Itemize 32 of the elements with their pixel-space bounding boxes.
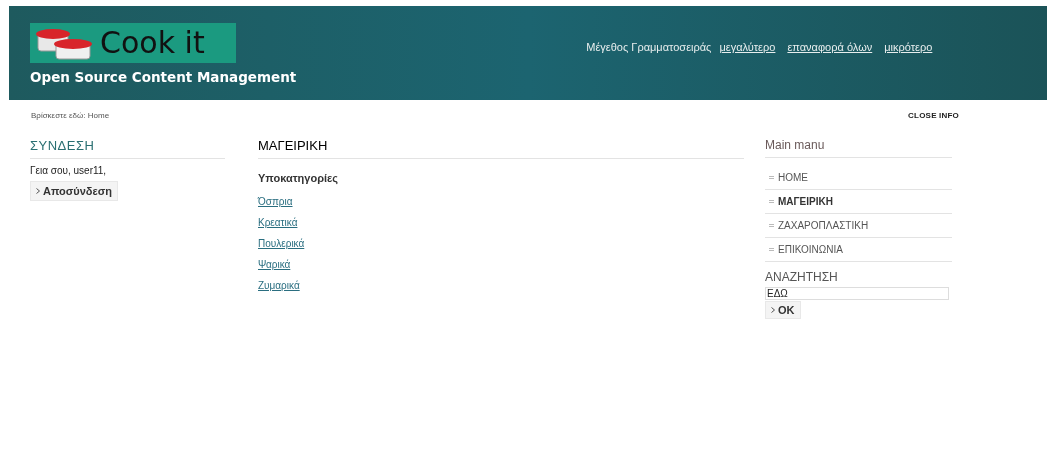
category-link[interactable]: Ζυμαρικά xyxy=(258,280,300,291)
bullet-icon xyxy=(769,248,774,251)
logo[interactable]: Cook it xyxy=(30,23,236,63)
font-size-link[interactable]: μεγαλύτερο xyxy=(719,41,776,53)
menu-item[interactable]: HOME xyxy=(765,166,952,190)
section-heading: ΑΝΑΖΗΤΗΣΗ xyxy=(765,270,839,284)
bullet-icon xyxy=(769,176,774,179)
font-size-label: Μέγεθος Γραμματοσειράς xyxy=(586,41,712,53)
logout-button[interactable]: Αποσύνδεση xyxy=(30,181,118,201)
font-size-link[interactable]: επαναφορά όλων xyxy=(787,41,873,53)
breadcrumb: Βρίσκεστε εδώ: Home xyxy=(31,111,110,122)
category-link[interactable]: Όσπρια xyxy=(258,196,293,207)
search-field[interactable]: ΕΔΩ xyxy=(765,287,949,300)
ok-button[interactable]: OK xyxy=(765,301,801,319)
menu-item[interactable]: ΜΑΓΕΙΡΙΚΗ xyxy=(765,190,952,214)
font-size-link[interactable]: μικρότερο xyxy=(884,41,933,53)
bullet-icon xyxy=(769,224,774,227)
section-heading: ΣΥΝΔΕΣΗ xyxy=(30,138,225,159)
menu-item[interactable]: ΖΑΧΑΡΟΠΛΑΣΤΙΚΗ xyxy=(765,214,952,238)
section-heading: Main manu xyxy=(765,138,952,158)
bullet-icon xyxy=(769,200,774,203)
tagline: Open Source Content Management xyxy=(30,69,297,85)
close-info-link[interactable]: CLOSE INFO xyxy=(908,111,959,129)
page-title: ΜΑΓΕΙΡΙΚΗ xyxy=(258,138,744,159)
category-link[interactable]: Πουλερικά xyxy=(258,238,305,249)
greeting-text: Γεια σου, user11, xyxy=(30,165,108,176)
chevron-icon xyxy=(36,188,40,194)
subheading: Υποκατηγορίες xyxy=(258,172,339,184)
menu-item[interactable]: ΕΠΙΚΟΙΝΩΝΙΑ xyxy=(765,238,952,262)
category-link[interactable]: Ψαρικά xyxy=(258,259,291,270)
chevron-icon xyxy=(771,307,775,313)
category-link[interactable]: Κρεατικά xyxy=(258,217,298,228)
